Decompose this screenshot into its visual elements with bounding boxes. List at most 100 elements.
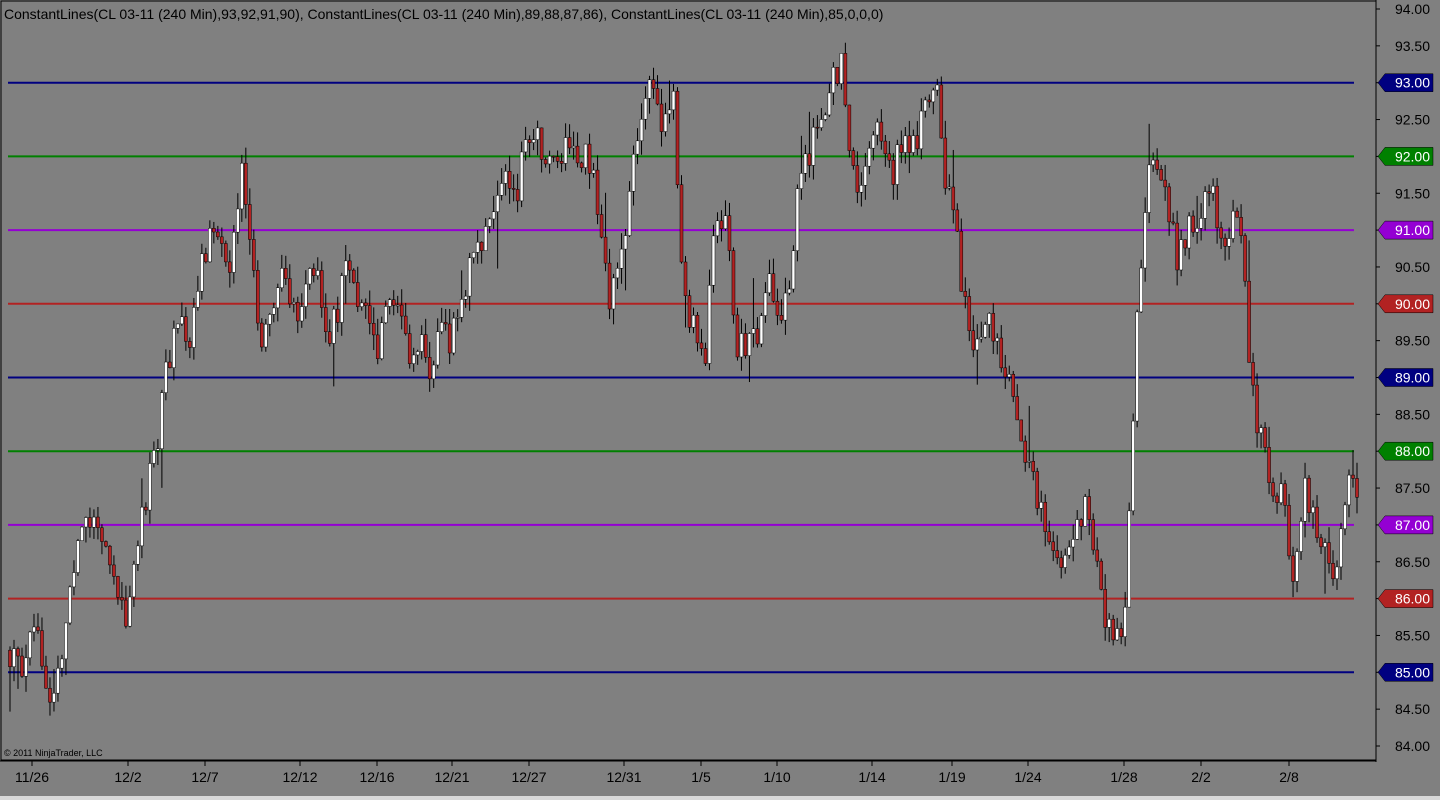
candle-up — [667, 109, 672, 115]
candle-down — [407, 333, 412, 364]
candle-up — [379, 322, 384, 359]
candle-up — [627, 191, 632, 236]
candle-down — [391, 299, 396, 306]
candle-up — [344, 260, 348, 276]
candle-up — [148, 463, 152, 511]
candle-up — [395, 304, 400, 307]
candle-down — [367, 305, 372, 324]
candle-down — [679, 184, 684, 263]
candle-down — [743, 333, 748, 356]
line-tag-label: 86.00 — [1395, 591, 1430, 607]
candle-up — [791, 250, 796, 290]
candle-up — [875, 121, 880, 136]
candle-up — [435, 331, 440, 366]
candle-down — [1243, 235, 1247, 282]
candle-up — [56, 667, 60, 694]
candle-down — [1043, 501, 1047, 532]
chart-title: ConstantLines(CL 03-11 (240 Min),93,92,9… — [4, 6, 884, 22]
price-chart[interactable]: 94.00 93.50 93.00 92.50 92.00 91.50 91.00 90.50… — [0, 0, 1440, 800]
candle-up — [72, 572, 76, 588]
candle-down — [835, 67, 840, 84]
candle-up — [1067, 546, 1071, 556]
candle-up — [615, 267, 620, 279]
candle-down — [88, 517, 92, 528]
candle-down — [1047, 531, 1051, 543]
candle-up — [1339, 528, 1343, 568]
candle-down — [1315, 506, 1319, 539]
candle-down — [559, 161, 564, 164]
candle-down — [843, 53, 848, 106]
candle-down — [815, 126, 820, 129]
candle-down — [244, 162, 248, 205]
candle-down — [1011, 373, 1016, 397]
candle-down — [1171, 221, 1175, 224]
candle-down — [595, 169, 600, 215]
candle-down — [479, 241, 484, 251]
candle-down — [375, 334, 380, 359]
candle-down — [1055, 550, 1059, 559]
candle-down — [899, 144, 904, 153]
candle-down — [351, 269, 356, 283]
candle-down — [403, 315, 408, 334]
candle-up — [1039, 501, 1043, 509]
candle-up — [387, 299, 392, 307]
candle-down — [971, 330, 976, 351]
candle-up — [140, 506, 144, 547]
candle-up — [1027, 461, 1031, 463]
candle-down — [100, 527, 104, 542]
candle-up — [1231, 210, 1235, 239]
candle-up — [639, 118, 644, 142]
candle-up — [583, 143, 588, 168]
candle-down — [108, 545, 112, 566]
candle-up — [987, 313, 992, 325]
candle-down — [915, 135, 920, 150]
candle-up — [156, 448, 160, 451]
time-tick-label: 1/10 — [763, 769, 790, 785]
candle-down — [587, 143, 592, 174]
candle-down — [807, 153, 812, 166]
candle-down — [228, 261, 232, 273]
candle-up — [308, 268, 312, 285]
candle-up — [1187, 215, 1191, 249]
candle-up — [691, 315, 696, 328]
candle-down — [224, 243, 228, 263]
candle-up — [611, 277, 616, 310]
candle-up — [164, 361, 168, 393]
time-tick-label: 12/21 — [434, 769, 469, 785]
candle-up — [92, 516, 96, 528]
candle-down — [727, 215, 732, 251]
candle-up — [136, 545, 140, 565]
candle-down — [1287, 505, 1291, 557]
candle-up — [1227, 238, 1231, 247]
candle-down — [1167, 186, 1171, 223]
candle-down — [256, 270, 260, 324]
candle-down — [1239, 217, 1243, 236]
candle-up — [1131, 420, 1135, 512]
candle-down — [347, 260, 352, 271]
candle-down — [399, 304, 404, 317]
candle-up — [455, 317, 460, 319]
candle-up — [803, 153, 808, 174]
candle-up — [1151, 159, 1155, 166]
candle-up — [503, 170, 508, 184]
candle-up — [767, 273, 772, 294]
candle-up — [487, 218, 492, 227]
candle-down — [651, 79, 656, 89]
candle-down — [1251, 362, 1255, 386]
candle-down — [955, 209, 960, 232]
time-tick-label: 2/8 — [1279, 769, 1299, 785]
candle-down — [168, 361, 172, 368]
candle-down — [939, 84, 944, 139]
price-tick-label: 94.00 — [1395, 1, 1430, 17]
candle-up — [1211, 185, 1215, 194]
candle-up — [64, 622, 68, 660]
candle-up — [68, 586, 72, 624]
candle-up — [1143, 212, 1147, 269]
candle-up — [276, 287, 280, 309]
candle-down — [599, 214, 604, 238]
candle-down — [699, 342, 704, 349]
candle-up — [867, 147, 872, 167]
candle-up — [819, 119, 824, 128]
candle-up — [467, 257, 472, 297]
candle-up — [172, 328, 176, 368]
